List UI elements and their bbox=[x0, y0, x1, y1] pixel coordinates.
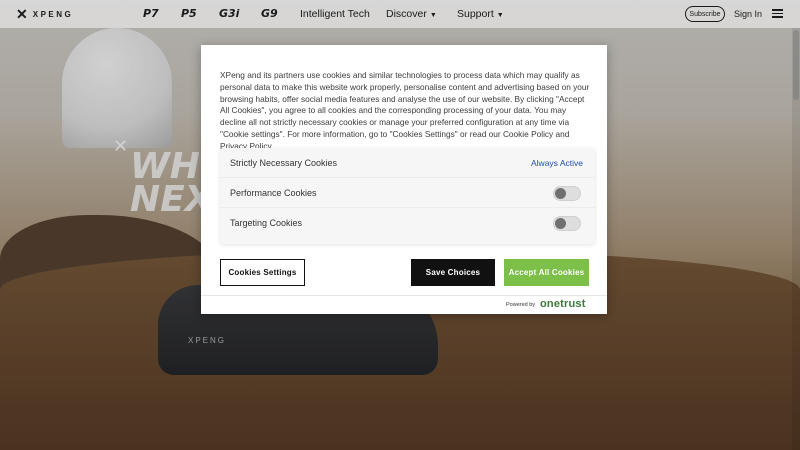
cookie-consent-dialog: XPeng and its partners use cookies and s… bbox=[201, 45, 607, 314]
powered-by-text: Powered by bbox=[506, 302, 536, 308]
nav-link-discover[interactable]: Discover ▼ bbox=[386, 8, 437, 20]
pref-row-performance: Performance Cookies bbox=[220, 178, 595, 208]
nav-link-support[interactable]: Support ▼ bbox=[457, 8, 504, 20]
hamburger-menu-icon[interactable] bbox=[772, 9, 783, 18]
targeting-cookies-toggle[interactable] bbox=[553, 216, 581, 231]
toggle-knob bbox=[555, 188, 566, 199]
pref-label: Strictly Necessary Cookies bbox=[230, 157, 338, 168]
nav-model-p7[interactable]: P7 bbox=[143, 7, 159, 20]
logo-wordmark: XPENG bbox=[32, 9, 74, 19]
nav-model-g9[interactable]: G9 bbox=[261, 7, 278, 20]
chevron-down-icon: ▼ bbox=[496, 12, 504, 19]
pref-label: Targeting Cookies bbox=[230, 218, 303, 228]
nav-model-g3i[interactable]: G3i bbox=[219, 7, 239, 20]
dialog-footer: Powered by onetrust bbox=[201, 295, 607, 314]
pref-row-strictly-necessary: Strictly Necessary Cookies Always Active bbox=[220, 148, 595, 178]
toggle-knob bbox=[555, 218, 566, 229]
performance-cookies-toggle[interactable] bbox=[553, 186, 581, 201]
pref-row-targeting: Targeting Cookies bbox=[220, 208, 595, 238]
nav-link-intelligent-tech[interactable]: Intelligent Tech bbox=[300, 8, 370, 20]
always-active-status: Always Active bbox=[531, 158, 583, 168]
page-scrollbar[interactable] bbox=[792, 28, 800, 450]
scrollbar-thumb[interactable] bbox=[793, 30, 799, 100]
save-choices-button[interactable]: Save Choices bbox=[411, 259, 495, 286]
pref-label: Performance Cookies bbox=[230, 187, 317, 198]
onetrust-logo[interactable]: onetrust bbox=[540, 298, 586, 310]
nav-link-label: Discover bbox=[386, 8, 427, 20]
chevron-down-icon: ▼ bbox=[429, 12, 437, 19]
accept-all-cookies-button[interactable]: Accept All Cookies bbox=[504, 259, 589, 286]
xpeng-logo[interactable]: ✕ XPENG bbox=[16, 7, 73, 21]
nav-model-p5[interactable]: P5 bbox=[181, 7, 197, 20]
cookies-settings-button[interactable]: Cookies Settings bbox=[220, 259, 305, 286]
cookie-preferences-panel: Strictly Necessary Cookies Always Active… bbox=[220, 148, 595, 244]
xpeng-x-icon: ✕ bbox=[16, 6, 28, 22]
nav-link-label: Support bbox=[457, 8, 494, 20]
top-navbar: ✕ XPENG P7 P5 G3i G9 Intelligent Tech Di… bbox=[0, 0, 800, 28]
nav-link-label: Intelligent Tech bbox=[300, 8, 370, 20]
cookie-description: XPeng and its partners use cookies and s… bbox=[220, 70, 590, 151]
sign-in-link[interactable]: Sign In bbox=[734, 9, 762, 19]
subscribe-button[interactable]: Subscribe bbox=[685, 6, 725, 22]
